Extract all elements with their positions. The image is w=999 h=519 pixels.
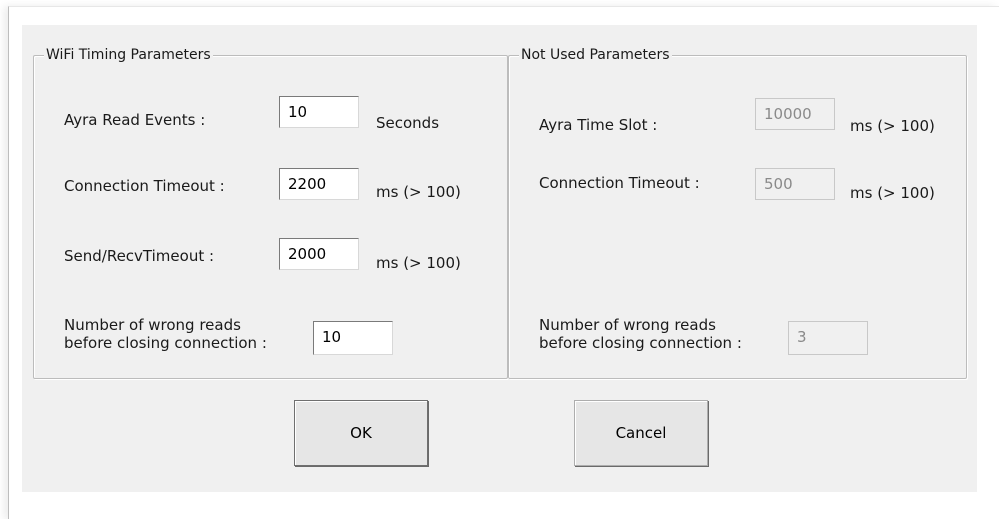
time-slot-unit: ms (> 100) bbox=[850, 117, 935, 135]
unused-wrong-reads-label-line1: Number of wrong reads bbox=[539, 316, 716, 334]
unused-connection-timeout-input: 500 bbox=[755, 168, 835, 200]
unused-wrong-reads-input: 3 bbox=[788, 321, 868, 355]
wrong-reads-label-line2: before closing connection : bbox=[64, 334, 267, 352]
cancel-button[interactable]: Cancel bbox=[574, 400, 708, 466]
wifi-timing-group: WiFi Timing Parameters Ayra Read Events … bbox=[33, 46, 508, 379]
unused-params-group-title: Not Used Parameters bbox=[519, 46, 672, 64]
ok-button[interactable]: OK bbox=[294, 400, 428, 466]
wrong-reads-input[interactable]: 10 bbox=[313, 321, 393, 355]
connection-timeout-input[interactable]: 2200 bbox=[279, 168, 359, 200]
unused-wrong-reads-label-line2: before closing connection : bbox=[539, 334, 742, 352]
connection-timeout-label: Connection Timeout : bbox=[64, 177, 225, 195]
wrong-reads-label-line1: Number of wrong reads bbox=[64, 316, 241, 334]
settings-dialog: WiFi Timing Parameters Ayra Read Events … bbox=[22, 25, 977, 492]
send-recv-timeout-unit: ms (> 100) bbox=[376, 254, 461, 272]
read-events-input[interactable]: 10 bbox=[279, 96, 359, 128]
unused-connection-timeout-unit: ms (> 100) bbox=[850, 184, 935, 202]
time-slot-input: 10000 bbox=[755, 98, 835, 130]
unused-params-group: Not Used Parameters Ayra Time Slot : 100… bbox=[508, 46, 967, 379]
read-events-unit: Seconds bbox=[376, 114, 440, 132]
read-events-label: Ayra Read Events : bbox=[64, 111, 206, 129]
time-slot-label: Ayra Time Slot : bbox=[539, 116, 658, 134]
send-recv-timeout-label: Send/RecvTimeout : bbox=[64, 247, 215, 265]
unused-connection-timeout-label: Connection Timeout : bbox=[539, 174, 700, 192]
page: WiFi Timing Parameters Ayra Read Events … bbox=[0, 0, 999, 519]
send-recv-timeout-input[interactable]: 2000 bbox=[279, 238, 359, 270]
wifi-timing-group-title: WiFi Timing Parameters bbox=[44, 46, 213, 64]
connection-timeout-unit: ms (> 100) bbox=[376, 183, 461, 201]
